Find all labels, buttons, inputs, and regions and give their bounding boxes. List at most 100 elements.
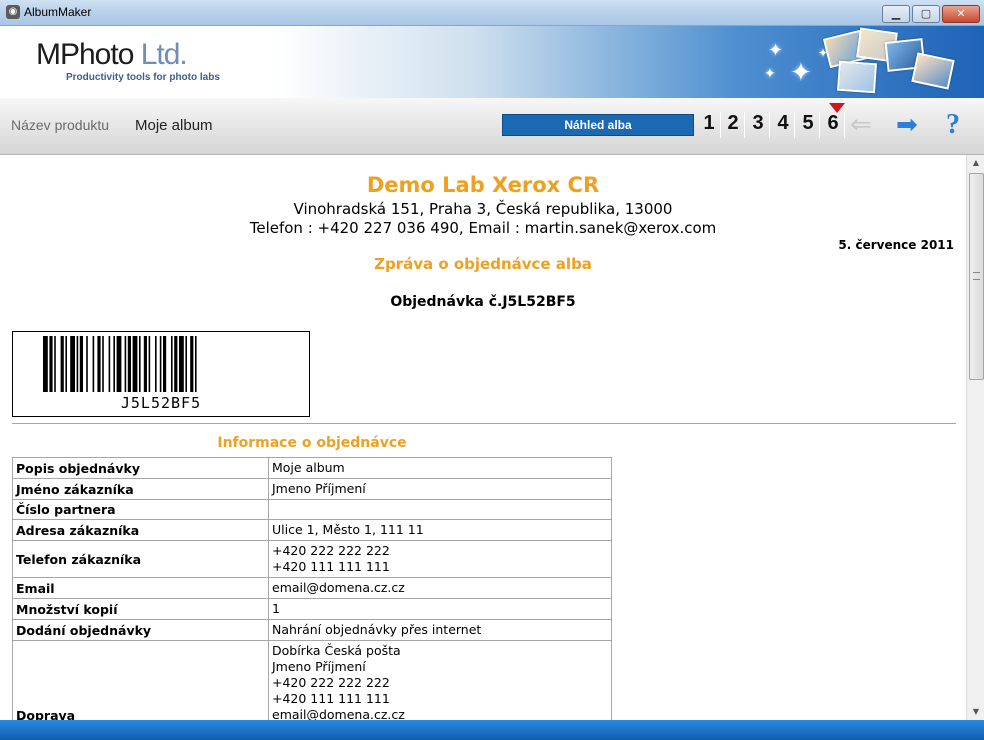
vertical-scrollbar[interactable]: ▲ ▼: [966, 155, 984, 720]
step-6-current[interactable]: 6: [822, 112, 845, 138]
field-value: Moje album: [268, 457, 612, 479]
sparkle-icon: ✦: [764, 66, 776, 82]
current-step-marker-icon: [829, 103, 845, 113]
field-value: [268, 499, 612, 520]
field-label: Číslo partnera: [12, 499, 269, 520]
order-number: Objednávka č.J5L52BF5: [390, 294, 576, 310]
step-5[interactable]: 5: [797, 112, 820, 138]
step-1[interactable]: 1: [698, 112, 721, 138]
field-value: +420 222 222 222 +420 111 111 111: [268, 540, 612, 578]
barcode-bar: [60, 336, 64, 392]
scrollbar-thumb[interactable]: [969, 173, 984, 380]
barcode-bar: [185, 336, 187, 392]
table-row: Telefon zákazníka +420 222 222 222 +420 1…: [12, 540, 612, 578]
lab-name: Demo Lab Xerox CR: [366, 173, 600, 197]
wizard-toolbar: Název produktu Moje album Náhled alba 1 …: [0, 98, 984, 155]
table-row: Popis objednávky Moje album: [12, 457, 612, 479]
field-label: Popis objednávky: [12, 457, 269, 479]
logo-ltd: Ltd.: [133, 38, 188, 71]
table-row: Jméno zákazníka Jmeno Příjmení: [12, 478, 612, 500]
minimize-button[interactable]: ▁: [882, 5, 910, 23]
field-label: Telefon zákazníka: [12, 540, 269, 578]
barcode-bar: [124, 336, 127, 392]
lab-address: Vinohradská 151, Praha 3, Česká republik…: [293, 200, 673, 218]
barcode-bar: [92, 336, 95, 392]
photo-thumbnail: [911, 52, 955, 90]
barcode-bar: [163, 336, 167, 392]
field-value: Dobírka Česká pošta Jmeno Příjmení +420 …: [268, 640, 612, 720]
barcode-bar: [190, 336, 194, 392]
field-label: Jméno zákazníka: [12, 478, 269, 500]
field-value: 1: [268, 598, 612, 620]
barcode-bar: [127, 336, 131, 392]
barcode-bar: [65, 336, 67, 392]
report-title: Zpráva o objednávce alba: [374, 255, 592, 273]
company-logo: MPhoto Ltd.: [36, 38, 188, 72]
order-barcode: J5L52BF5: [12, 331, 310, 417]
field-value: Jmeno Příjmení: [268, 478, 612, 500]
barcode-text: J5L52BF5: [120, 394, 202, 412]
field-value: Nahrání objednávky přes internet: [268, 619, 612, 641]
table-row: Doprava Dobírka Česká pošta Jmeno Příjmen…: [12, 640, 612, 720]
lab-contact: Telefon : +420 227 036 490, Email : mart…: [249, 219, 717, 237]
barcode-bar: [108, 336, 111, 392]
close-button[interactable]: ✕: [942, 5, 980, 23]
barcode-bar: [132, 336, 138, 392]
barcode-bar: [43, 336, 48, 392]
help-icon[interactable]: ?: [946, 111, 960, 139]
barcode-bar: [179, 336, 184, 392]
table-row: Email email@domena.cz.cz: [12, 577, 612, 599]
order-report-view: Demo Lab Xerox CR Vinohradská 151, Praha…: [0, 155, 966, 720]
field-value: Ulice 1, Město 1, 111 11: [268, 519, 612, 541]
photo-thumbnail: [836, 60, 878, 94]
barcode-bar: [148, 336, 151, 392]
table-row: Adresa zákazníka Ulice 1, Město 1, 111 11: [12, 519, 612, 541]
barcode-bars: [43, 336, 197, 392]
sparkle-icon: ✦: [768, 40, 784, 61]
scrollbar-grip-icon: [973, 272, 980, 280]
step-4[interactable]: 4: [772, 112, 795, 138]
step-2[interactable]: 2: [722, 112, 745, 138]
logo-text: MPhoto: [36, 38, 134, 71]
window-title: AlbumMaker: [24, 5, 92, 19]
table-row: Číslo partnera: [12, 499, 612, 520]
maximize-button[interactable]: ▢: [912, 5, 940, 23]
scroll-up-arrow-icon[interactable]: ▲: [967, 155, 984, 171]
table-row: Množství kopií 1: [12, 598, 612, 620]
table-row: Dodání objednávky Nahrání objednávky přes…: [12, 619, 612, 641]
barcode-bar: [102, 336, 104, 392]
barcode-bar: [76, 336, 79, 392]
back-arrow-icon[interactable]: ⇐: [850, 112, 872, 138]
barcode-bar: [116, 336, 122, 392]
barcode-bar: [79, 336, 83, 392]
order-info-table: Popis objednávky Moje album Jméno zákazník…: [12, 457, 612, 720]
forward-arrow-icon[interactable]: ➡: [896, 112, 918, 138]
barcode-bar: [143, 336, 147, 392]
product-name-label: Název produktu: [11, 117, 110, 133]
field-label: Doprava: [12, 640, 269, 720]
field-label: Množství kopií: [12, 598, 269, 620]
barcode-bar: [86, 336, 88, 392]
field-label: Dodání objednávky: [12, 619, 269, 641]
field-value: email@domena.cz.cz: [268, 577, 612, 599]
barcode-bar: [155, 336, 157, 392]
sparkle-icon: ✦: [790, 58, 812, 88]
barcode-bar: [54, 336, 56, 392]
order-info-heading: Informace o objednávce: [217, 435, 407, 451]
logo-tagline: Productivity tools for photo labs: [66, 72, 220, 83]
barcode-bar: [97, 336, 101, 392]
barcode-bar: [139, 336, 141, 392]
app-icon: ◉: [6, 5, 20, 19]
barcode-bar: [159, 336, 162, 392]
barcode-bar: [174, 336, 178, 392]
bottom-status-bar: [0, 720, 984, 740]
step-3[interactable]: 3: [747, 112, 770, 138]
barcode-bar: [70, 336, 75, 392]
barcode-bar: [113, 336, 115, 392]
report-date: 5. července 2011: [838, 238, 954, 252]
barcode-bar: [195, 336, 197, 392]
barcode-bar: [171, 336, 173, 392]
scroll-down-arrow-icon[interactable]: ▼: [967, 704, 984, 720]
field-label: Email: [12, 577, 269, 599]
window-title-bar: ◉ AlbumMaker ▁ ▢ ✕: [0, 0, 984, 26]
